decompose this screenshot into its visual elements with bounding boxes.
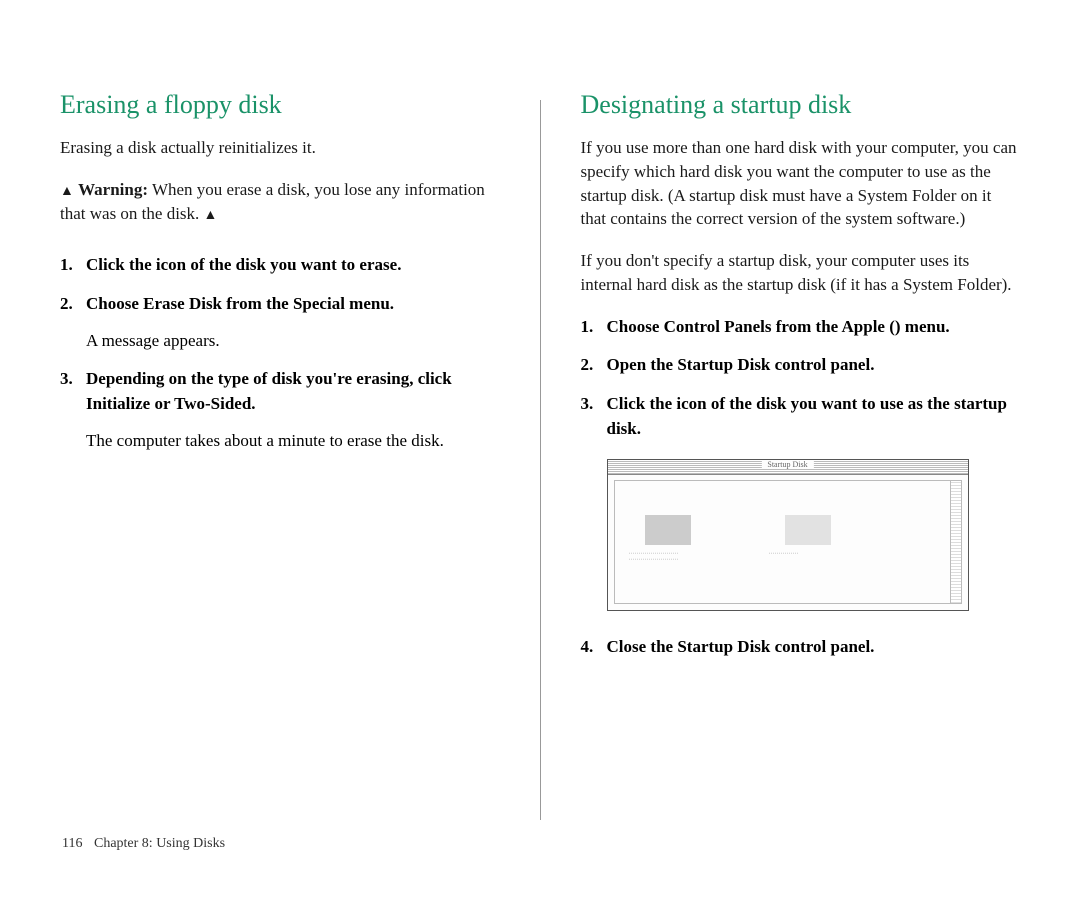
step-item: Close the Startup Disk control panel. [581,635,1021,660]
right-intro-1: If you use more than one hard disk with … [581,136,1021,231]
disk-icon [785,515,831,545]
warning-icon-end: ▲ [204,206,218,226]
chapter-label: Chapter 8: Using Disks [94,836,225,851]
step-item: Depending on the type of disk you're era… [60,367,500,453]
step-note: A message appears. [86,329,500,354]
column-divider [540,100,541,820]
startup-disk-figure: Startup Disk ························· ·… [607,459,969,611]
step-item: Choose Erase Disk from the Special menu.… [60,292,500,353]
left-intro: Erasing a disk actually reinitializes it… [60,136,500,160]
step-note: The computer takes about a minute to era… [86,429,500,454]
warning-label: Warning: [78,180,148,199]
step-title: Open the Startup Disk control panel. [607,355,875,374]
step-title: Click the icon of the disk you want to u… [607,394,1007,438]
step-item: Choose Control Panels from the Apple () … [581,315,1021,340]
step-title: Depending on the type of disk you're era… [86,369,452,413]
page-footer: 116 Chapter 8: Using Disks [62,836,225,852]
figure-title: Startup Disk [761,460,813,469]
step-title: Close the Startup Disk control panel. [607,637,875,656]
figure-caption: ························· [629,557,679,563]
step-title: Choose Erase Disk from the Special menu. [86,294,394,313]
right-column: Designating a startup disk If you use mo… [581,90,1021,820]
step-item: Click the icon of the disk you want to e… [60,253,500,278]
figure-scrollbar [950,481,961,603]
warning-block: ▲ Warning: When you erase a disk, you lo… [60,178,500,226]
left-column: Erasing a floppy disk Erasing a disk act… [60,90,500,820]
left-heading: Erasing a floppy disk [60,90,500,120]
right-intro-2: If you don't specify a startup disk, you… [581,249,1021,297]
warning-icon-start: ▲ [60,182,74,202]
step-title: Choose Control Panels from the Apple () … [607,317,950,336]
right-heading: Designating a startup disk [581,90,1021,120]
left-steps: Click the icon of the disk you want to e… [60,253,500,453]
right-steps-b: Close the Startup Disk control panel. [581,635,1021,660]
right-steps-a: Choose Control Panels from the Apple () … [581,315,1021,442]
figure-caption: ··············· [769,551,799,557]
step-item: Click the icon of the disk you want to u… [581,392,1021,441]
disk-icon [645,515,691,545]
step-title: Click the icon of the disk you want to e… [86,255,401,274]
page-number: 116 [62,836,82,851]
step-item: Open the Startup Disk control panel. [581,353,1021,378]
